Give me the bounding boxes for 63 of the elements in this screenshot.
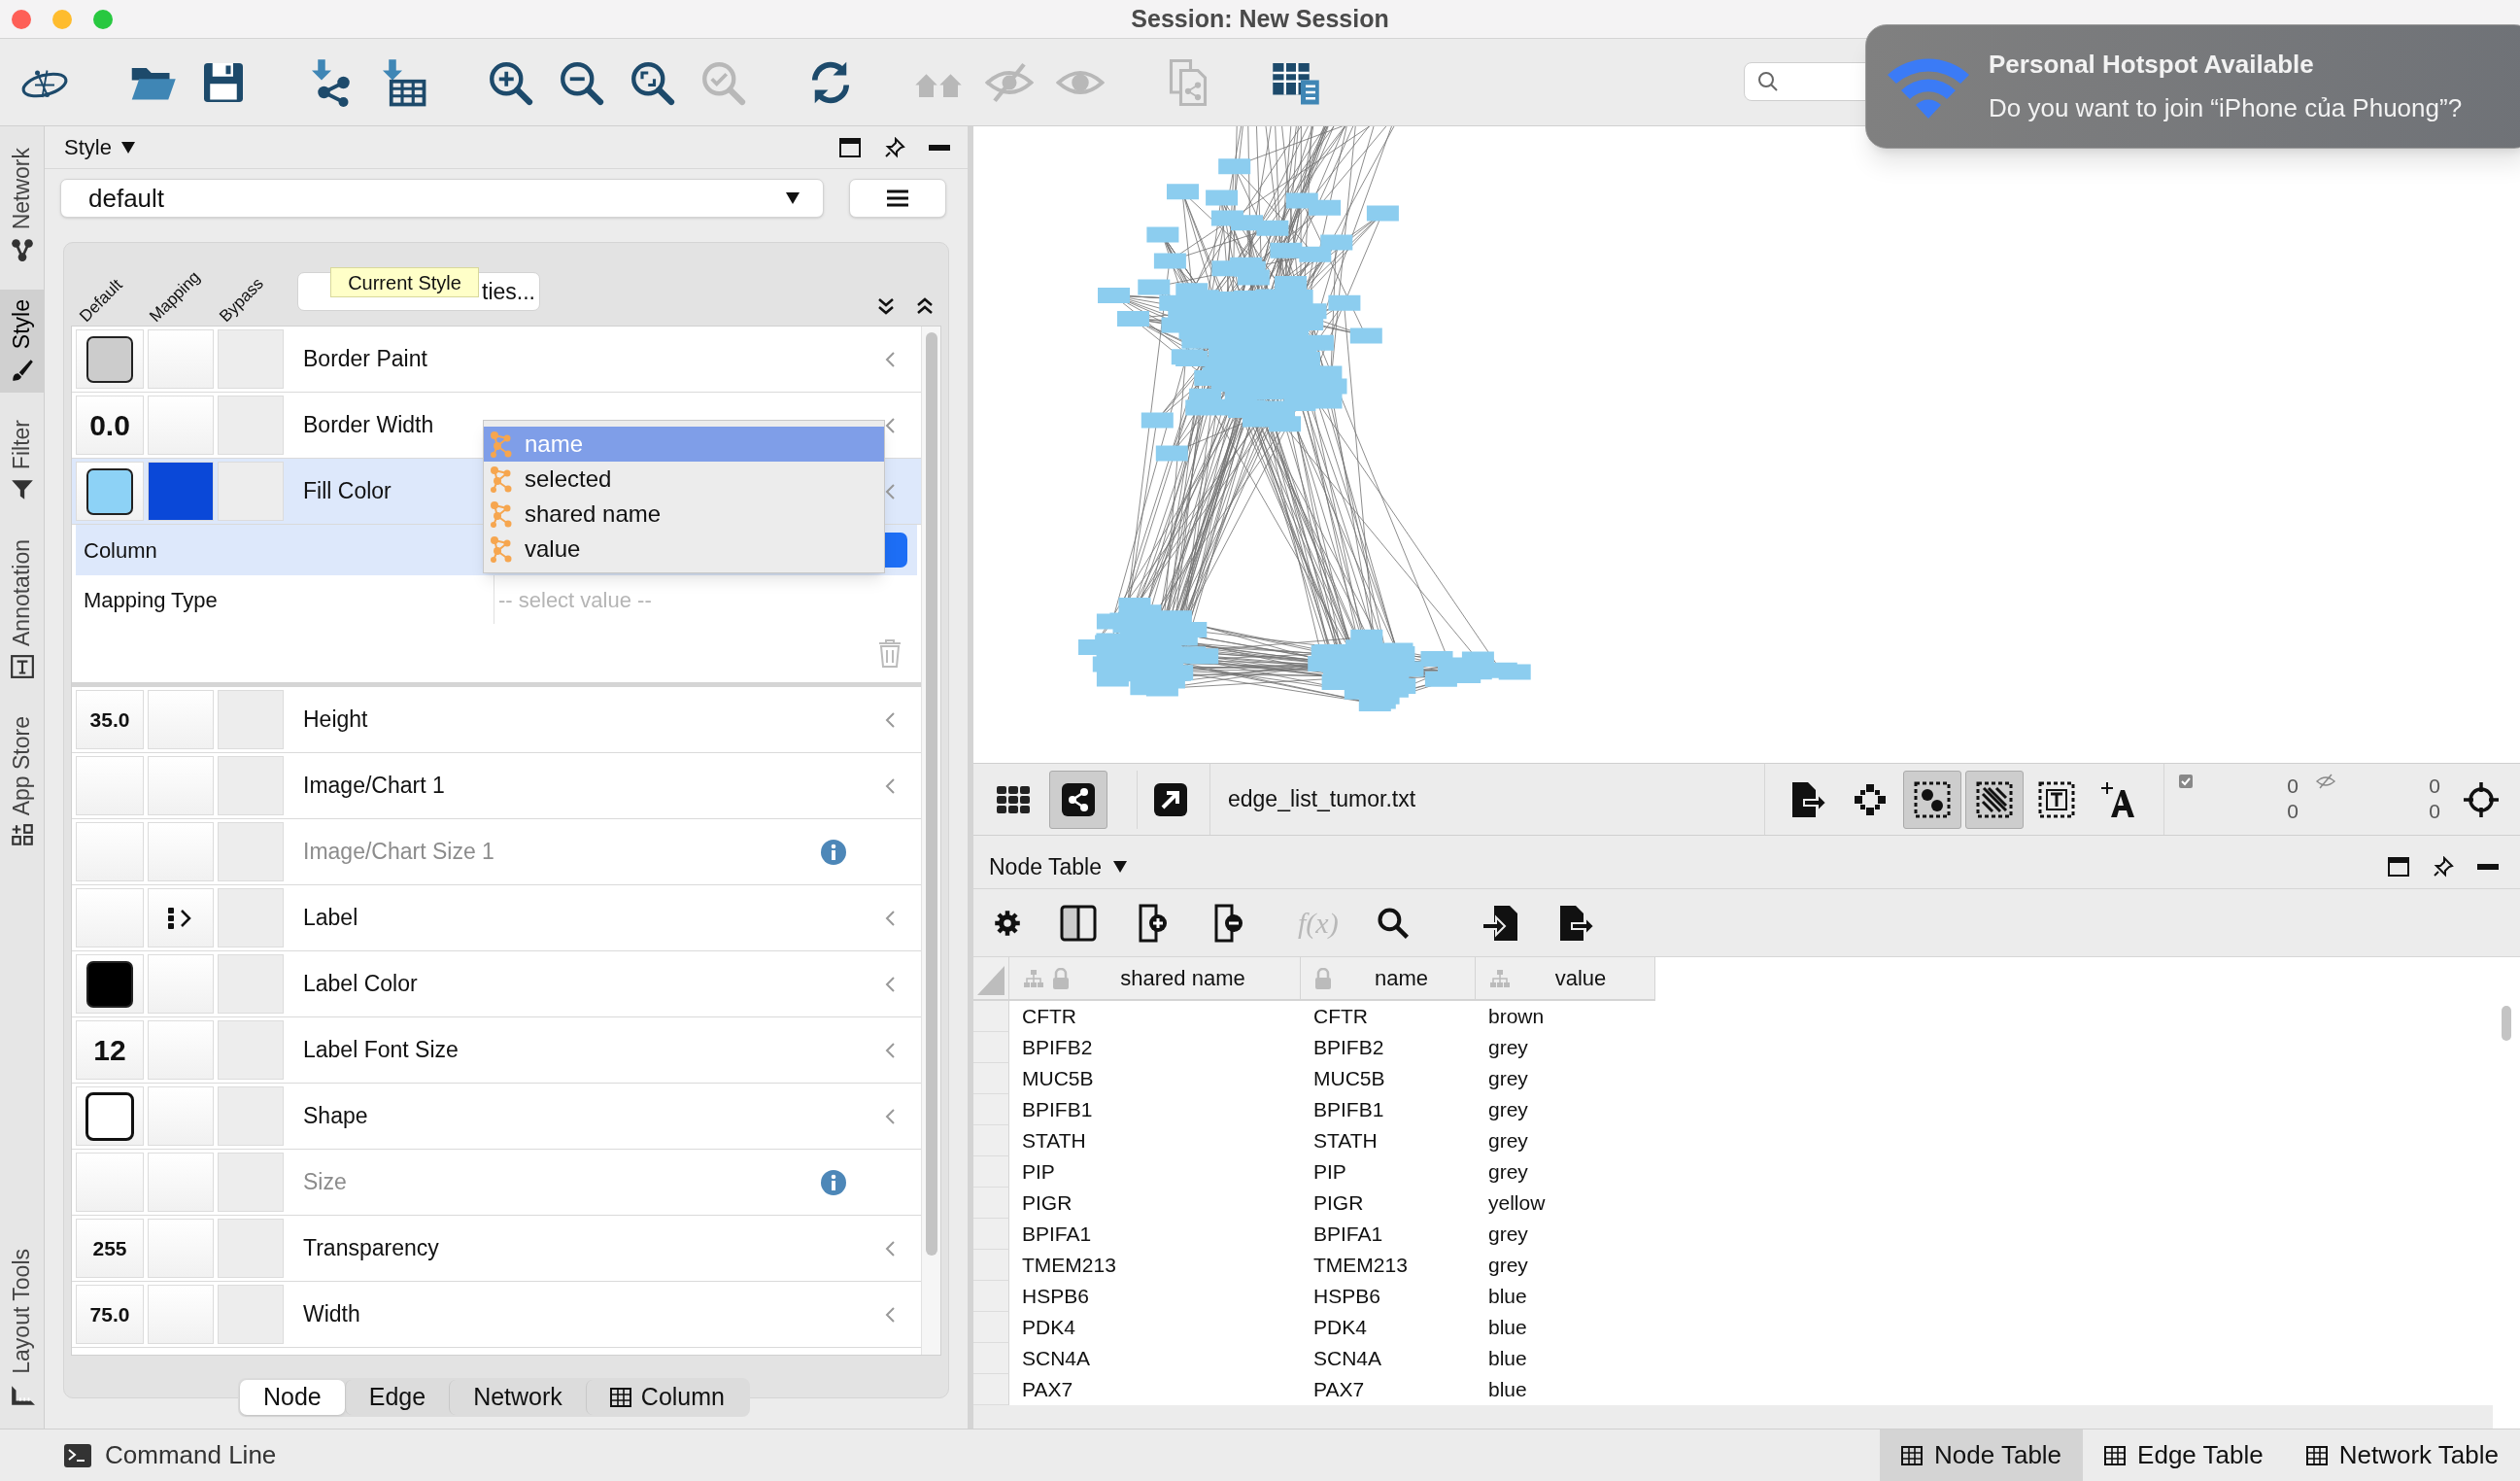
property-name: Shape xyxy=(303,1102,368,1131)
table-cell-text: blue xyxy=(1488,1284,1527,1310)
property-name: Image/Chart Size 1 xyxy=(303,838,494,867)
field-label: Mapping Type xyxy=(84,586,218,614)
table-cell-text: PIGR xyxy=(1313,1190,1364,1217)
table-cell-text: brown xyxy=(1488,1004,1545,1030)
property-name: Label Font Size xyxy=(303,1036,459,1065)
table-cell-text: TMEM213 xyxy=(1313,1253,1408,1279)
table-cell-text: grey xyxy=(1488,1066,1528,1092)
table-cell-text: CFTR xyxy=(1022,1004,1076,1030)
table-cell-text: PDK4 xyxy=(1022,1315,1075,1341)
notification-title: Personal Hotspot Available xyxy=(1989,49,2315,81)
table-cell-text: MUC5B xyxy=(1022,1066,1094,1092)
table-cell-text: grey xyxy=(1488,1222,1528,1248)
table-cell-text: PIP xyxy=(1313,1159,1346,1186)
property-name: Transparency xyxy=(303,1234,439,1263)
hidden-count: 0 xyxy=(2429,799,2440,824)
window-title: Session: New Session xyxy=(1131,3,1389,34)
table-cell-text: BPIFB1 xyxy=(1313,1097,1384,1123)
table-cell-text: STATH xyxy=(1313,1128,1378,1154)
table-cell-text: HSPB6 xyxy=(1313,1284,1380,1310)
table-cell-text: SCN4A xyxy=(1022,1346,1091,1372)
selection-count: 0 xyxy=(2287,799,2299,824)
table-cell-text: grey xyxy=(1488,1128,1528,1154)
table-cell-text: grey xyxy=(1488,1159,1528,1186)
table-cell-text: blue xyxy=(1488,1377,1527,1403)
table-cell-text: BPIFA1 xyxy=(1022,1222,1092,1248)
property-name: Image/Chart 1 xyxy=(303,772,445,801)
table-cell-text: PAX7 xyxy=(1313,1377,1365,1403)
table-cell-text: PDK4 xyxy=(1313,1315,1367,1341)
table-cell-text: grey xyxy=(1488,1035,1528,1061)
table-cell-text: PIGR xyxy=(1022,1190,1073,1217)
table-cell-text: MUC5B xyxy=(1313,1066,1385,1092)
table-cell-text: HSPB6 xyxy=(1022,1284,1089,1310)
table-cell-text: PIP xyxy=(1022,1159,1055,1186)
table-cell-text: BPIFA1 xyxy=(1313,1222,1383,1248)
table-cell-text: TMEM213 xyxy=(1022,1253,1116,1279)
property-name: Label xyxy=(303,904,358,933)
property-name: Fill Color xyxy=(303,477,392,506)
table-cell-text: SCN4A xyxy=(1313,1346,1382,1372)
property-name: Size xyxy=(303,1168,347,1197)
notification-message: Do you want to join “iPhone của Phuong”? xyxy=(1989,92,2463,124)
table-cell-text: BPIFB2 xyxy=(1022,1035,1093,1061)
hidden-count: 0 xyxy=(2429,774,2440,799)
property-name: Height xyxy=(303,706,368,735)
property-name: Label Color xyxy=(303,970,418,999)
table-cell-text: blue xyxy=(1488,1346,1527,1372)
table-cell-text: blue xyxy=(1488,1315,1527,1341)
property-name: Border Width xyxy=(303,411,434,440)
property-name: Border Paint xyxy=(303,345,427,374)
field-label: Column xyxy=(84,536,157,565)
table-cell-text: BPIFB2 xyxy=(1313,1035,1384,1061)
table-cell-text: CFTR xyxy=(1313,1004,1368,1030)
selection-count: 0 xyxy=(2287,774,2299,799)
property-name: Width xyxy=(303,1300,360,1329)
table-cell-text: STATH xyxy=(1022,1128,1086,1154)
table-cell-text: BPIFB1 xyxy=(1022,1097,1093,1123)
table-cell-text: grey xyxy=(1488,1253,1528,1279)
tooltip: Current Style xyxy=(330,267,479,297)
table-cell-text: grey xyxy=(1488,1097,1528,1123)
table-cell-text: PAX7 xyxy=(1022,1377,1073,1403)
table-cell-text: yellow xyxy=(1488,1190,1546,1217)
network-name: edge_list_tumor.txt xyxy=(1228,785,1416,814)
